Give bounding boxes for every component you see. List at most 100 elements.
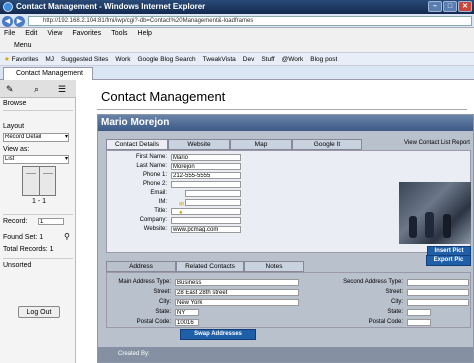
sort-status-label: Unsorted <box>3 262 32 269</box>
record-card: Mario Morejon Contact Details Website Ma… <box>97 114 474 363</box>
record-header: Mario Morejon <box>98 115 473 131</box>
field-label: Email: <box>150 190 167 196</box>
sidebar-toolbar: ✎ ⌕ ☰ <box>0 80 76 98</box>
contact-photo <box>399 182 471 244</box>
email-icon[interactable]: ✉ <box>179 201 184 208</box>
fav-tweakvista[interactable]: TweakVista <box>203 53 236 65</box>
close-button[interactable]: ✕ <box>458 1 472 12</box>
page-title: Contact Management <box>101 89 226 104</box>
sidebar: ✎ ⌕ ☰ Browse Layout Record Detail ▾ View … <box>0 80 76 363</box>
total-records-label: Total Records: 1 <box>3 246 54 253</box>
main-street-label: Street: <box>153 289 171 295</box>
tab-contact-details[interactable]: Contact Details <box>106 139 168 150</box>
fav-atwork[interactable]: @Work <box>282 53 304 65</box>
second-city-input[interactable] <box>407 299 469 306</box>
layout-select[interactable]: Record Detail ▾ <box>3 133 69 142</box>
maximize-button[interactable]: □ <box>443 1 457 12</box>
star-icon: ★ <box>4 56 10 63</box>
field-label: Title: <box>154 208 167 214</box>
fav-dev[interactable]: Dev <box>243 53 255 65</box>
main-city-input[interactable]: New York <box>175 299 299 306</box>
field-input[interactable] <box>171 181 241 188</box>
im-icon[interactable]: ● <box>179 210 183 216</box>
tab-address[interactable]: Address <box>106 261 176 272</box>
field-label: Website: <box>143 226 167 232</box>
minimize-button[interactable]: – <box>428 1 442 12</box>
main-type-input[interactable]: Business <box>175 279 299 286</box>
field-label: Last Name: <box>136 163 167 169</box>
created-by-label: Created By: <box>118 351 150 357</box>
fav-mj[interactable]: MJ <box>45 53 54 65</box>
menu-tools[interactable]: Tools <box>111 28 127 40</box>
back-icon[interactable]: ◀ <box>2 16 13 27</box>
forward-icon[interactable]: ▶ <box>14 16 25 27</box>
fav-work[interactable]: Work <box>115 53 130 65</box>
url-input[interactable]: http://192.168.2.104:81/fmi/iwp/cgi?-db=… <box>28 16 472 26</box>
main-postal-input[interactable]: 10016 <box>175 319 199 326</box>
fav-google-blog[interactable]: Google Blog Search <box>137 53 195 65</box>
field-label: First Name: <box>135 154 167 160</box>
command-bar: Menu <box>0 40 474 52</box>
browser-tab[interactable]: Contact Management <box>3 67 93 80</box>
menu-view[interactable]: View <box>47 28 62 40</box>
tab-website[interactable]: Website <box>168 139 230 150</box>
swap-addresses-button[interactable]: Swap Addresses <box>180 329 256 340</box>
menu-favorites[interactable]: Favorites <box>72 28 101 40</box>
address-bar: ◀ ▶ http://192.168.2.104:81/fmi/iwp/cgi?… <box>0 14 474 28</box>
fav-suggested[interactable]: Suggested Sites <box>61 53 108 65</box>
main-state-input[interactable]: NY <box>175 309 199 316</box>
field-input[interactable] <box>171 217 241 224</box>
second-state-label: State: <box>387 309 403 315</box>
second-street-input[interactable] <box>407 289 469 296</box>
field-input[interactable] <box>185 199 241 206</box>
main-content: Contact Management Mario Morejon Contact… <box>77 80 474 363</box>
field-input[interactable] <box>185 190 241 197</box>
viewas-select[interactable]: List ▾ <box>3 155 69 164</box>
second-city-label: City: <box>391 299 403 305</box>
fav-blogpost[interactable]: Blog post <box>310 53 337 65</box>
chevron-down-icon: ▾ <box>64 134 68 140</box>
browser-tab-bar: Contact Management <box>0 66 474 80</box>
field-label: Phone 1: <box>142 172 167 178</box>
second-postal-input[interactable] <box>407 319 431 326</box>
details-panel: First Name: Mario Last Name: Morejon Phone 1… <box>106 150 471 257</box>
cmd-menu[interactable]: Menu <box>14 42 32 49</box>
main-type-label: Main Address Type: <box>118 279 171 285</box>
ie-icon <box>3 2 13 12</box>
tab-notes[interactable]: Notes <box>244 261 304 272</box>
tab-related-contacts[interactable]: Related Contacts <box>176 261 244 272</box>
view-contact-list-link[interactable]: View Contact List Report <box>404 140 470 146</box>
record-label: Record: <box>3 218 28 225</box>
main-state-label: State: <box>155 309 171 315</box>
favorites-button[interactable]: ★ Favorites <box>4 53 38 65</box>
tab-google-it[interactable]: Google It <box>292 139 362 150</box>
menu-help[interactable]: Help <box>138 28 152 40</box>
magnifier-icon[interactable]: ⌕ <box>34 84 39 95</box>
fav-stuff[interactable]: Stuff <box>261 53 274 65</box>
second-state-input[interactable] <box>407 309 431 316</box>
logout-button[interactable]: Log Out <box>18 306 60 318</box>
field-input[interactable]: Mario <box>171 154 241 161</box>
menu-bar: File Edit View Favorites Tools Help <box>0 28 474 40</box>
field-label: IM: <box>158 199 167 205</box>
main-postal-label: Postal Code: <box>136 319 171 325</box>
favorites-bar: ★ Favorites MJ Suggested Sites Work Goog… <box>0 52 474 66</box>
find-icon[interactable]: ⚲ <box>64 232 70 241</box>
window-title: Contact Management - Windows Internet Ex… <box>16 2 206 11</box>
menu-edit[interactable]: Edit <box>25 28 37 40</box>
main-street-input[interactable]: 28 East 28th street <box>175 289 299 296</box>
field-input[interactable]: 212-555-5555 <box>171 172 241 179</box>
menu-file[interactable]: File <box>4 28 15 40</box>
record-input[interactable]: 1 <box>38 218 64 225</box>
sort-icon[interactable]: ☰ <box>58 84 66 95</box>
second-type-input[interactable] <box>407 279 469 286</box>
address-panel: Main Address Type: Business Street: 28 E… <box>106 272 471 328</box>
field-input[interactable]: www.pcmag.com <box>171 226 241 233</box>
field-input[interactable]: Morejon <box>171 163 241 170</box>
second-type-label: Second Address Type: <box>343 279 403 285</box>
export-picture-button[interactable]: Export Pic <box>426 255 471 266</box>
pencil-icon[interactable]: ✎ <box>6 84 14 95</box>
book-navigator-icon[interactable] <box>22 166 56 196</box>
tab-map[interactable]: Map <box>230 139 292 150</box>
field-label: Phone 2: <box>142 181 167 187</box>
